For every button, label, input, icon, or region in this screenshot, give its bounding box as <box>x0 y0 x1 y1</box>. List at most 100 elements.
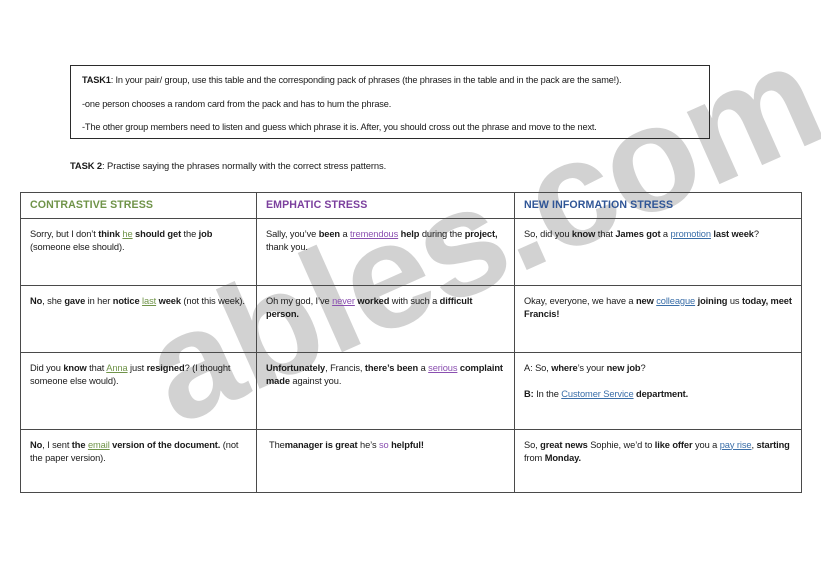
stressed-word: notice <box>112 295 143 306</box>
cell-emphatic-4: The manager is great he’s so helpful! <box>256 428 515 493</box>
keyword-highlight: Customer Service <box>561 389 634 399</box>
keyword-highlight: he <box>122 228 133 239</box>
stressed-word: should get <box>132 228 182 239</box>
text-fragment: a <box>660 228 671 239</box>
worksheet-page: TASK1: In your pair/ group, use this tab… <box>0 0 821 580</box>
table-row: Sorry, but I don’t think he should get t… <box>20 217 802 286</box>
task2-text: : Practise saying the phrases normally w… <box>102 160 387 171</box>
stressed-word: No <box>30 295 43 306</box>
text-fragment: from <box>524 453 545 463</box>
dialogue-line-a: A: So, where’s your new job? <box>524 362 793 376</box>
text-fragment: that <box>595 228 616 239</box>
stressed-word: like offer <box>654 439 693 450</box>
cell-contrastive-4: No, I sent the email version of the docu… <box>20 428 257 493</box>
stressed-word: know <box>571 228 596 239</box>
text-fragment: So, <box>524 439 541 450</box>
column-header-contrastive: CONTRASTIVE STRESS <box>20 192 257 219</box>
text-fragment: Sophie, we’d to <box>587 439 655 450</box>
stress-types-table: CONTRASTIVE STRESS EMPHATIC STRESS NEW I… <box>20 192 802 493</box>
text-fragment: (someone else should). <box>30 242 125 252</box>
text-fragment: you a <box>692 439 720 450</box>
text-fragment: ? <box>640 362 646 373</box>
column-header-newinfo: NEW INFORMATION STRESS <box>514 192 802 219</box>
text-fragment: the <box>181 228 199 239</box>
speaker-label: B: <box>524 389 534 399</box>
cell-newinfo-3: A: So, where’s your new job? B: In the C… <box>514 351 802 430</box>
text-fragment: , she <box>42 295 65 306</box>
task1-line-3: -The other group members need to listen … <box>82 122 597 132</box>
text-fragment: In the <box>533 389 562 399</box>
text-fragment: he’s <box>357 439 379 450</box>
cell-emphatic-2: Oh my god, I’ve never worked with such a… <box>256 284 515 353</box>
stressed-word: joining <box>695 295 728 306</box>
task1-line-2: -one person chooses a random card from t… <box>82 98 392 109</box>
stressed-word: gave <box>64 295 86 306</box>
task1-text-1: : In your pair/ group, use this table an… <box>110 75 622 85</box>
text-fragment: a <box>418 362 429 373</box>
stressed-word: Unfortunately <box>266 362 326 373</box>
cell-contrastive-3: Did you know that Anna just resigned? (I… <box>20 351 257 430</box>
text-fragment: thank you. <box>266 242 308 252</box>
stressed-word: been <box>318 228 340 239</box>
stressed-word: helpful! <box>388 439 424 450</box>
text-fragment: during the <box>419 228 465 239</box>
keyword-highlight: email <box>87 439 110 450</box>
stressed-word: department. <box>633 389 689 399</box>
text-fragment: ? <box>753 228 759 239</box>
text-fragment: Did you <box>30 362 64 373</box>
stressed-word: manager is great <box>284 439 358 450</box>
stressed-word: where <box>551 362 578 373</box>
cell-emphatic-3: Unfortunately, Francis, there’s been a s… <box>256 351 515 430</box>
stressed-word: version of the document. <box>109 439 221 450</box>
keyword-highlight: pay rise <box>719 439 752 450</box>
stressed-word: week <box>156 295 181 306</box>
keyword-highlight: last <box>142 295 157 306</box>
text-fragment: just <box>127 362 147 373</box>
stressed-word: the <box>71 439 88 450</box>
stressed-word: know <box>63 362 87 373</box>
table-row: No, I sent the email version of the docu… <box>20 428 802 493</box>
column-header-emphatic: EMPHATIC STRESS <box>256 192 515 219</box>
table-header-row: CONTRASTIVE STRESS EMPHATIC STRESS NEW I… <box>20 192 802 219</box>
task2-label: TASK 2 <box>70 160 103 171</box>
cell-newinfo-4: So, great news Sophie, we’d to like offe… <box>514 428 802 493</box>
task1-line-1: TASK1: In your pair/ group, use this tab… <box>82 75 699 86</box>
text-fragment: Oh my god, I’ve <box>266 295 333 306</box>
stressed-word: new <box>635 295 657 306</box>
cell-emphatic-1: Sally, you’ve been a tremendous help dur… <box>256 217 515 286</box>
text-fragment: Okay, everyone, we have a <box>524 295 636 306</box>
text-fragment: a <box>340 228 351 239</box>
stressed-word: project, <box>464 228 498 239</box>
text-fragment: ’s your <box>577 362 607 373</box>
stressed-word: think <box>98 228 123 239</box>
stressed-word: Monday. <box>544 453 582 463</box>
table-row: Did you know that Anna just resigned? (I… <box>20 351 802 430</box>
stressed-word: worked <box>354 295 390 306</box>
keyword-highlight: tremendous <box>350 228 399 239</box>
text-fragment: A: So, <box>524 362 552 373</box>
text-fragment: with such a <box>389 295 440 306</box>
cell-contrastive-2: No, she gave in her notice last week (no… <box>20 284 257 353</box>
stressed-word: starting <box>756 439 790 450</box>
stressed-word: No <box>30 439 43 450</box>
task1-label: TASK1 <box>82 75 111 85</box>
stressed-word: there’s been <box>364 362 419 373</box>
dialogue-line-b: B: In the Customer Service department. <box>524 388 793 402</box>
stressed-word: James got <box>615 228 661 239</box>
stressed-word: help <box>398 228 420 239</box>
stressed-word: job <box>198 228 213 239</box>
text-fragment: , I sent <box>42 439 72 450</box>
keyword-highlight: so <box>379 439 389 450</box>
text-fragment: against you. <box>289 376 342 386</box>
table-row: No, she gave in her notice last week (no… <box>20 284 802 353</box>
keyword-highlight: Anna <box>106 362 128 373</box>
keyword-highlight: never <box>332 295 355 306</box>
keyword-highlight: colleague <box>656 295 696 306</box>
text-fragment: The <box>269 439 285 450</box>
stressed-word: new job <box>606 362 641 373</box>
stressed-word: resigned <box>146 362 185 373</box>
stressed-word: last week <box>710 228 754 239</box>
keyword-highlight: promotion <box>670 228 712 239</box>
task1-instruction-box: TASK1: In your pair/ group, use this tab… <box>70 65 710 139</box>
text-fragment: (not this week). <box>180 295 245 306</box>
